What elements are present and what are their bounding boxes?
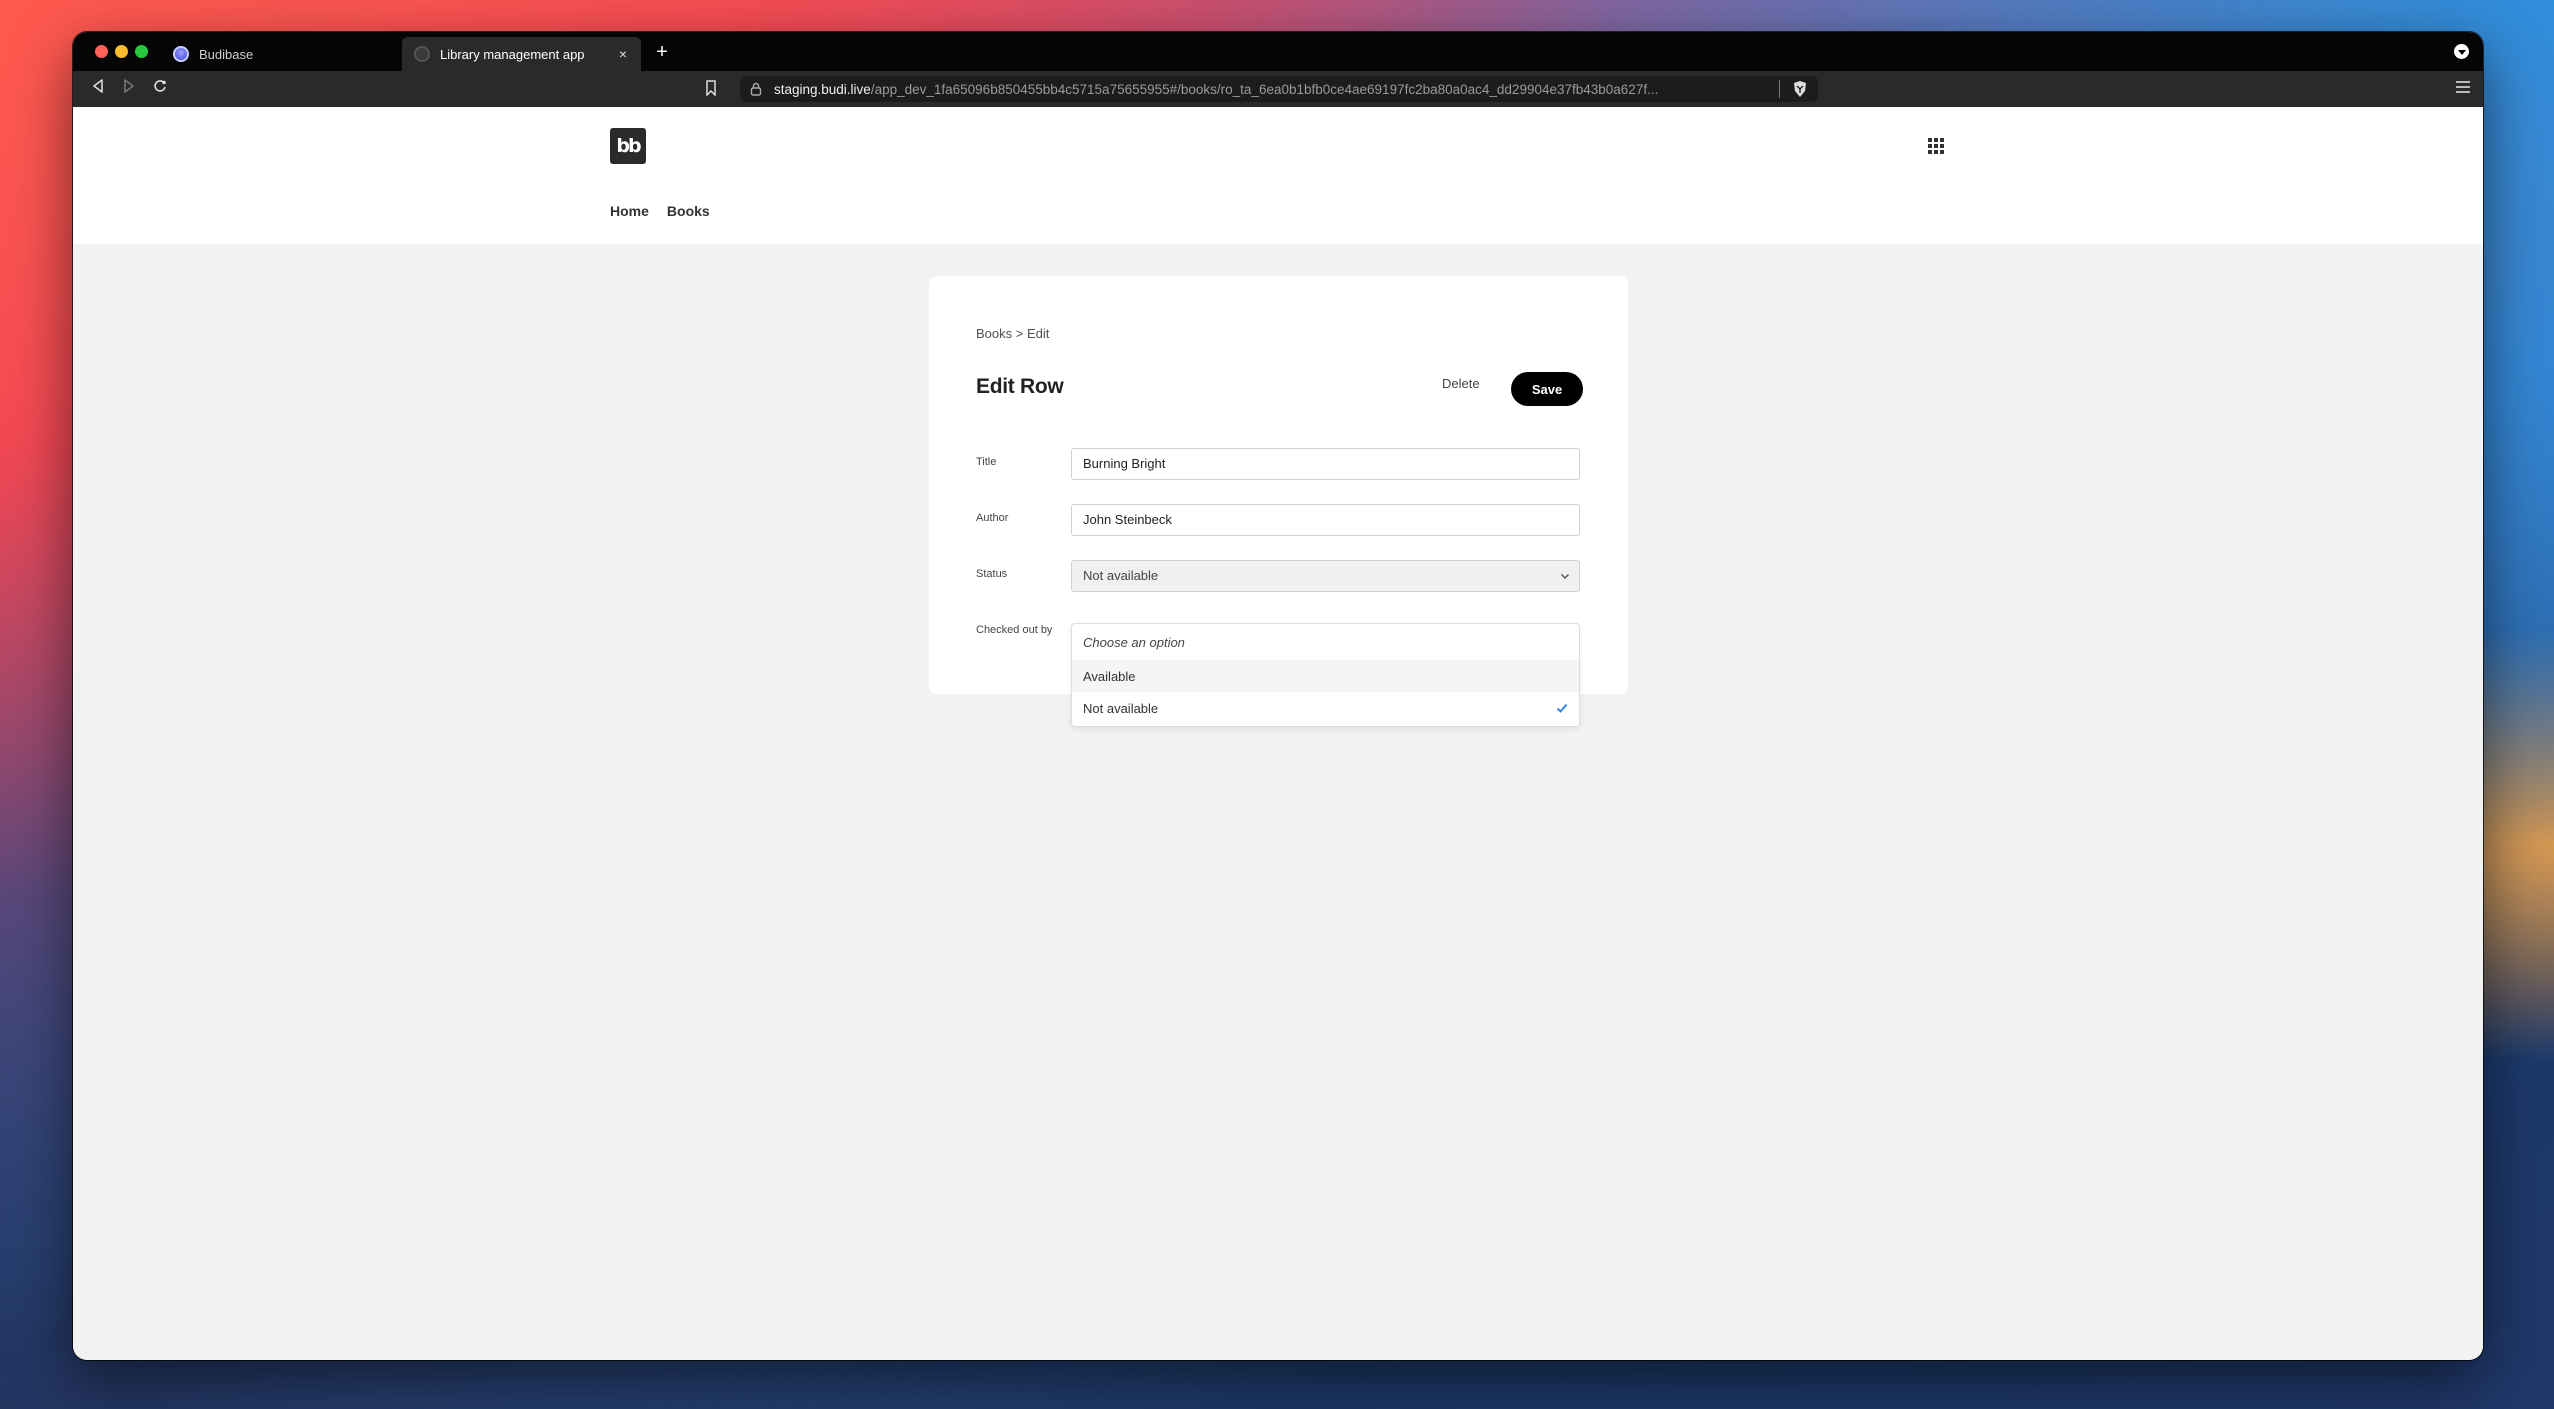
placeholder-label: Choose an option xyxy=(1083,634,1185,650)
nav-books[interactable]: Books xyxy=(667,203,710,219)
app-nav: Home Books xyxy=(610,203,710,219)
url-host: staging.budi.live xyxy=(774,81,871,97)
back-button[interactable] xyxy=(88,79,108,99)
nav-home[interactable]: Home xyxy=(610,203,649,219)
tab-search-dropdown-icon[interactable] xyxy=(2454,44,2469,59)
close-tab-icon[interactable]: × xyxy=(613,46,633,62)
status-label: Status xyxy=(976,568,1008,580)
tab-library-management-app[interactable]: Library management app × xyxy=(402,37,641,71)
url-path: /app_dev_1fa65096b850455bb4c5715a7565595… xyxy=(870,81,1659,97)
apps-grid-icon[interactable] xyxy=(1928,138,1944,154)
bookmark-icon xyxy=(706,80,716,97)
maximize-window-button[interactable] xyxy=(135,45,148,58)
tab-label: Library management app xyxy=(440,46,585,62)
reload-icon xyxy=(154,80,166,92)
tab-budibase[interactable]: Budibase xyxy=(169,37,399,71)
browser-window: Budibase Library management app × + stag… xyxy=(73,32,2483,1360)
lock-icon xyxy=(750,82,762,96)
minimize-window-button[interactable] xyxy=(115,45,128,58)
forward-button[interactable] xyxy=(119,79,139,99)
checkmark-icon xyxy=(1556,703,1568,713)
app-logo[interactable]: bb xyxy=(610,128,646,164)
close-window-button[interactable] xyxy=(95,45,108,58)
breadcrumb[interactable]: Books > Edit xyxy=(976,326,1049,341)
status-dropdown-menu: Choose an option Available Not available xyxy=(1071,623,1580,727)
dropdown-option-not-available[interactable]: Not available xyxy=(1072,692,1579,724)
browser-toolbar: staging.budi.live/app_dev_1fa65096b85045… xyxy=(73,71,2483,107)
dropdown-option-available[interactable]: Available xyxy=(1072,660,1579,692)
checked-out-by-label: Checked out by xyxy=(976,624,1053,636)
title-label: Title xyxy=(976,456,997,468)
option-label: Available xyxy=(1083,668,1136,684)
option-label: Not available xyxy=(1083,700,1159,716)
reload-button[interactable] xyxy=(150,79,170,99)
globe-favicon-icon xyxy=(414,46,430,62)
edit-row-card: Books > Edit Edit Row Delete Save Title … xyxy=(929,276,1628,727)
brave-shield-icon[interactable] xyxy=(1792,80,1808,98)
tab-label: Budibase xyxy=(199,46,254,62)
new-tab-button[interactable]: + xyxy=(649,39,675,65)
page-title: Edit Row xyxy=(976,375,1064,398)
chevron-down-icon xyxy=(1560,573,1570,580)
forward-arrow-icon xyxy=(124,79,134,93)
status-select[interactable]: Not available xyxy=(1071,560,1580,592)
browser-menu-icon[interactable] xyxy=(2456,81,2470,95)
tab-bar: Budibase Library management app × + xyxy=(73,32,2483,71)
dropdown-option-placeholder[interactable]: Choose an option xyxy=(1072,624,1579,660)
status-select-value: Not available xyxy=(1083,568,1159,583)
delete-button[interactable]: Delete xyxy=(1442,376,1480,391)
save-button[interactable]: Save xyxy=(1511,372,1583,406)
app-header: bb Home Books xyxy=(73,107,2483,244)
address-bar[interactable]: staging.budi.live/app_dev_1fa65096b85045… xyxy=(740,76,1818,102)
page-content: bb Home Books Books > Edit Edit Row Dele… xyxy=(73,107,2483,1360)
back-arrow-icon xyxy=(93,79,103,93)
address-bar-divider xyxy=(1779,80,1780,98)
author-input[interactable]: John Steinbeck xyxy=(1071,504,1580,536)
title-input[interactable]: Burning Bright xyxy=(1071,448,1580,480)
author-label: Author xyxy=(976,512,1009,524)
budibase-favicon-icon xyxy=(173,46,189,62)
bookmark-button[interactable] xyxy=(705,80,721,98)
